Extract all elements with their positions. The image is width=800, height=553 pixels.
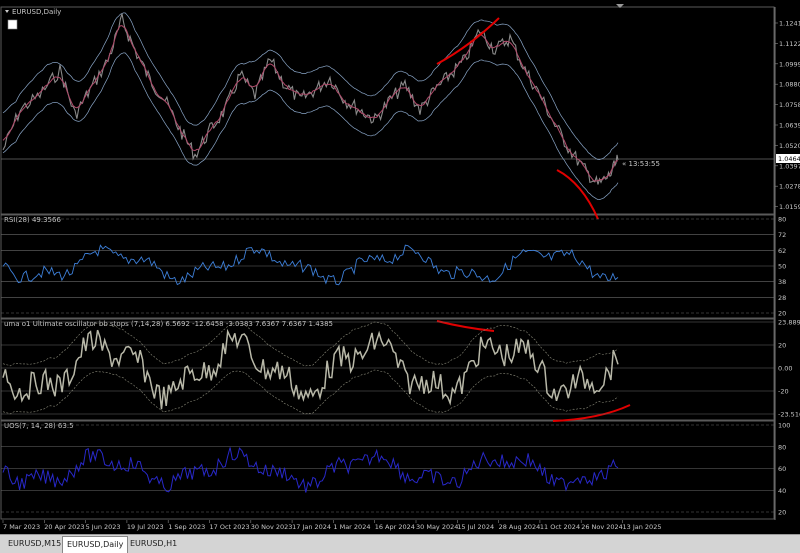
symbol-title: EURUSD,Daily [12,8,61,16]
level-label: 20 [778,342,786,350]
price-tick-label: 1.01595 [779,203,800,211]
rsi-line [2,244,619,286]
current-price-label: 1.04649 [778,155,800,163]
time-tick-label: 5 Jun 2023 [86,523,121,531]
annotation-stroke-uma-top [436,320,495,332]
time-tick-label: 26 Nov 2024 [581,523,623,531]
level-label: 80 [778,443,786,451]
tab-eurusd-daily[interactable]: EURUSD,Daily [62,536,129,553]
time-tick-label: 20 Apr 2023 [44,523,84,531]
price-tick-label: 1.12410 [779,20,800,28]
level-label: 72 [778,231,786,239]
level-label: 20 [778,310,786,318]
uos-panel-frame[interactable] [0,420,775,520]
uos-title: UOS(7, 14, 28) 63.5 [4,422,74,430]
one-click-trading-icon[interactable] [7,19,18,30]
rsi-panel-frame[interactable] [0,214,775,319]
price-tick-label: 1.07580 [779,101,800,109]
time-tick-label: 30 May 2024 [416,523,458,531]
time-tick-label: 13 Jan 2025 [623,523,662,531]
rsi-title: RSI(28) 49.3566 [4,216,61,224]
moving-average-line [2,25,619,182]
time-tick-label: 1 Mar 2024 [333,523,370,531]
tab-eurusd-h1[interactable]: EURUSD,H1 [126,537,181,551]
time-tick-label: 17 Oct 2023 [210,523,250,531]
level-label: 60 [778,465,786,473]
price-tick-label: 1.08800 [779,81,800,89]
price-tick-label: 1.03975 [779,162,800,170]
time-tick-label: 16 Apr 2024 [375,523,415,531]
uma-panel-frame[interactable] [0,318,775,421]
chart-menu-triangle-icon[interactable] [5,10,9,13]
candle-timer: « 13:53:55 [622,160,660,168]
level-label: 100 [778,422,790,430]
time-tick-label: 17 Jan 2024 [292,523,331,531]
price-tick-label: 1.02785 [779,183,800,191]
level-label: 20 [778,509,786,517]
level-label: 62 [778,247,786,255]
level-label: -23.5162 [778,411,800,419]
level-label: 0.00 [778,365,792,373]
time-tick-label: 19 Jul 2023 [127,523,164,531]
uos-line [2,447,619,493]
price-tick-label: 1.06390 [779,122,800,130]
price-tick-label: 1.09995 [779,60,800,68]
annotation-stroke-bottom [556,169,599,220]
price-tick-label: 1.11220 [779,40,800,48]
price-tick-label: 1.05200 [779,142,800,150]
level-label: 38 [778,278,786,286]
chart-canvas[interactable]: EURUSD,Daily 1.12410 1.11220 1.09995 1.0880… [0,0,800,552]
main-chart-frame[interactable] [0,6,775,215]
tab-eurusd-m15[interactable]: EURUSD,M15 [4,537,65,551]
uma-lower-stop [2,369,619,415]
level-label: 28 [778,294,786,302]
bollinger-lower-band [2,52,619,200]
level-label: 40 [778,487,786,495]
time-tick-label: 15 Jul 2024 [457,523,494,531]
time-tick-label: 28 Aug 2024 [499,523,541,531]
level-label: 50 [778,263,786,271]
level-label: 80 [778,216,786,224]
uma-oscillator-line [2,328,619,410]
annotation-stroke-uma-bottom [552,404,631,422]
chart-tab-bar: EURUSD,M15 EURUSD,Daily EURUSD,H1 [0,534,800,553]
time-tick-label: 11 Oct 2024 [540,523,580,531]
level-label: 23.8892 [778,319,800,327]
uma-title: uma o1 Ultimate oscillator bb stops (7,1… [4,320,333,328]
time-tick-label: 30 Nov 2023 [251,523,293,531]
time-tick-label: 7 Mar 2023 [3,523,40,531]
bollinger-upper-band [2,12,619,160]
level-label: -20 [778,388,789,396]
time-tick-label: 1 Sep 2023 [168,523,205,531]
